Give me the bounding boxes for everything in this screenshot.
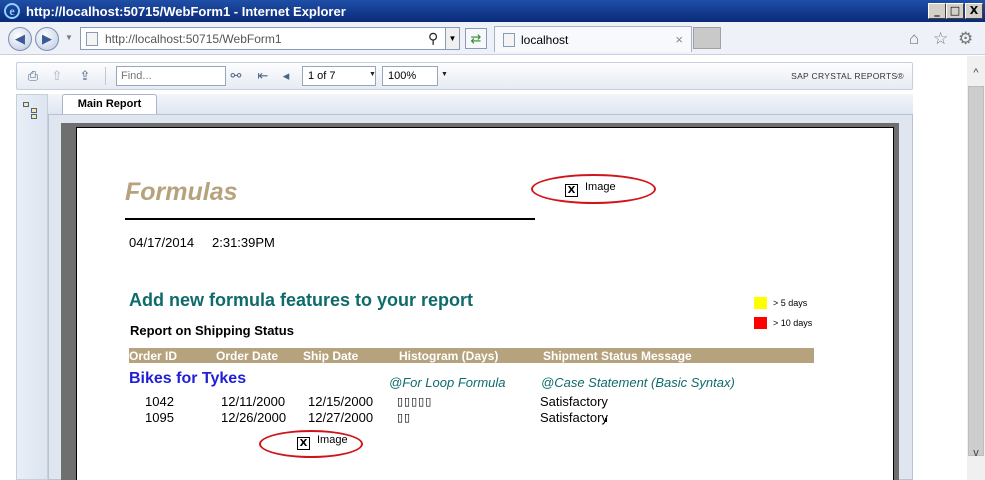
- maximize-button[interactable]: □: [946, 3, 964, 19]
- formula-field-loop: @For Loop Formula: [389, 375, 506, 390]
- table-cell: 12/11/2000: [221, 394, 286, 409]
- find-input[interactable]: [117, 67, 225, 85]
- legend-label: > 5 days: [773, 298, 808, 308]
- close-button[interactable]: X: [965, 3, 983, 19]
- parent-report-icon[interactable]: ⇧: [47, 67, 67, 85]
- print-icon[interactable]: ⎙: [23, 67, 43, 85]
- scroll-up-icon[interactable]: ^: [967, 64, 985, 82]
- report-heading: Add new formula features to your report: [129, 290, 474, 310]
- column-header: Order ID: [129, 349, 178, 363]
- histogram-cell: ▯▯▯▯▯: [397, 396, 433, 408]
- new-tab-button[interactable]: [693, 27, 721, 49]
- report-page: Formulas X Image 04/17/2014 2:31:39PM Ad…: [76, 127, 894, 480]
- vertical-scrollbar[interactable]: ^ v: [967, 56, 985, 480]
- report-frame: Formulas X Image 04/17/2014 2:31:39PM Ad…: [48, 114, 913, 480]
- print-date: 04/17/2014: [129, 235, 195, 250]
- compatibility-refresh-icon[interactable]: ⇄: [465, 28, 487, 49]
- toolbar-separator: [105, 67, 106, 85]
- report-subheading: Report on Shipping Status: [130, 323, 294, 338]
- red-callout-ellipse: [531, 174, 656, 204]
- column-header: Shipment Status Message: [543, 349, 692, 363]
- column-header: Order Date: [216, 349, 279, 363]
- minimize-button[interactable]: _: [928, 3, 946, 19]
- group-tree-panel: [16, 94, 48, 480]
- table-cell: Satisfactory: [540, 394, 608, 409]
- browser-tab[interactable]: localhost ×: [494, 26, 692, 52]
- history-dropdown-icon[interactable]: ▼: [65, 33, 73, 42]
- back-button[interactable]: ◀: [8, 27, 32, 51]
- formula-field-case: @Case Statement (Basic Syntax): [541, 375, 735, 390]
- find-field[interactable]: [116, 66, 226, 86]
- tab-page-icon: [503, 33, 515, 47]
- title-underline: [125, 218, 535, 220]
- window-title: http://localhost:50715/WebForm1 - Intern…: [26, 4, 346, 19]
- histogram-cell: ▯▯: [397, 412, 412, 424]
- report-title: Formulas: [125, 178, 238, 206]
- zoom-select[interactable]: 100%: [382, 66, 438, 86]
- zoom-dropdown-icon[interactable]: ▼: [441, 71, 448, 78]
- column-header-bar: Order ID Order Date Ship Date Histogram …: [129, 348, 814, 363]
- page-indicator[interactable]: 1 of 7: [302, 66, 376, 86]
- url-field[interactable]: http://localhost:50715/WebForm1 ⚲ ▼: [80, 27, 460, 50]
- browser-address-bar: ◀ ▶ ▼ http://localhost:50715/WebForm1 ⚲ …: [0, 22, 985, 55]
- table-cell: 12/27/2000: [308, 410, 374, 425]
- find-binoculars-icon[interactable]: ⚯: [226, 67, 246, 85]
- url-dropdown-icon[interactable]: ▼: [445, 28, 459, 49]
- brand-label: SAP CRYSTAL REPORTS®: [791, 71, 904, 81]
- page-icon: [86, 32, 98, 46]
- legend-label: > 10 days: [773, 318, 813, 328]
- previous-page-icon[interactable]: ◂: [276, 67, 296, 85]
- search-icon[interactable]: ⚲: [428, 30, 438, 47]
- group-tree-icon[interactable]: [23, 102, 41, 120]
- first-page-icon[interactable]: ⇤: [253, 67, 273, 85]
- scrollbar-thumb[interactable]: [968, 86, 984, 456]
- column-header: Ship Date: [303, 349, 359, 363]
- print-time: 2:31:39PM: [212, 235, 275, 250]
- internet-explorer-icon: e: [4, 3, 20, 19]
- legend-swatch-red: [754, 317, 767, 329]
- viewer-toolbar: ⎙ ⇧ ⇪ ⚯ ⇤ ◂ 1 of 7 ▼ 100% ▼ SAP CRYSTAL …: [16, 62, 913, 90]
- table-cell: 12/15/2000: [308, 394, 374, 409]
- report-viewer: ⎙ ⇧ ⇪ ⚯ ⇤ ◂ 1 of 7 ▼ 100% ▼ SAP CRYSTAL …: [0, 56, 967, 480]
- table-cell: 1042: [145, 394, 174, 409]
- report-tabstrip: Main Report: [48, 94, 913, 115]
- page-dropdown-icon[interactable]: ▼: [369, 71, 376, 78]
- gear-icon[interactable]: ⚙: [958, 29, 973, 49]
- url-text[interactable]: http://localhost:50715/WebForm1: [105, 32, 282, 46]
- star-icon[interactable]: ☆: [933, 29, 948, 49]
- tab-main-report[interactable]: Main Report: [62, 94, 157, 115]
- table-cell: Satisfactory: [540, 410, 608, 425]
- window-title-bar: e http://localhost:50715/WebForm1 - Inte…: [0, 0, 985, 22]
- table-cell: 1095: [145, 410, 174, 425]
- forward-button[interactable]: ▶: [35, 27, 59, 51]
- export-icon[interactable]: ⇪: [75, 67, 95, 85]
- browser-tab-label[interactable]: localhost: [521, 33, 568, 47]
- red-callout-ellipse: [259, 430, 363, 458]
- table-cell: 12/26/2000: [221, 410, 287, 425]
- tab-close-icon[interactable]: ×: [675, 32, 683, 47]
- scroll-down-icon[interactable]: v: [967, 444, 985, 462]
- column-header: Histogram (Days): [399, 349, 499, 363]
- home-icon[interactable]: ⌂: [909, 29, 919, 49]
- group-header[interactable]: Bikes for Tykes: [129, 370, 246, 388]
- legend-swatch-yellow: [754, 297, 767, 309]
- text-cursor: [605, 418, 607, 422]
